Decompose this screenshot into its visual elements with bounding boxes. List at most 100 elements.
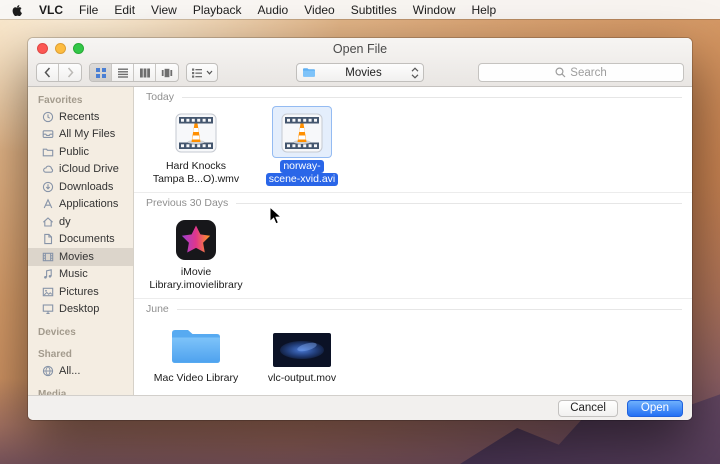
file-group-today: Today (134, 87, 692, 192)
sidebar-item-all-my-files[interactable]: All My Files (28, 126, 133, 144)
icon-view-button[interactable] (90, 64, 112, 81)
blue-folder-icon (169, 325, 223, 367)
sidebar-item-applications[interactable]: Applications (28, 196, 133, 214)
sidebar-item-downloads[interactable]: Downloads (28, 178, 133, 196)
apple-menu[interactable] (11, 3, 23, 17)
sidebar-item-label: Movies (59, 251, 94, 263)
sidebar-item-music[interactable]: Music (28, 266, 133, 284)
sidebar-item-label: Music (59, 268, 88, 280)
file-norway-scene-xvid[interactable]: norway- scene-xvid.avi (252, 107, 352, 186)
sidebar-item-all-shared[interactable]: All... (28, 362, 133, 380)
group-header: Today (146, 90, 682, 104)
sidebar-header-media: Media (28, 386, 133, 396)
forward-button[interactable] (59, 64, 81, 81)
title-bar[interactable]: Open File (28, 38, 692, 59)
window-chrome: Open File (28, 38, 692, 87)
apple-logo-icon (11, 3, 23, 17)
menu-subtitles[interactable]: Subtitles (351, 3, 397, 17)
photo-icon (42, 286, 54, 298)
arrange-icon (191, 67, 203, 79)
updown-chevrons-icon (411, 67, 419, 79)
cancel-button[interactable]: Cancel (558, 400, 618, 417)
coverflow-view-icon (161, 67, 173, 79)
vlc-file-icon (173, 111, 219, 155)
sidebar-item-label: Recents (59, 111, 99, 123)
column-view-icon (139, 67, 151, 79)
menu-video[interactable]: Video (304, 3, 334, 17)
file-vlc-output[interactable]: vlc-output.mov (252, 319, 352, 385)
cloud-icon (42, 163, 54, 175)
menu-file[interactable]: File (79, 3, 98, 17)
sidebar-item-recents[interactable]: Recents (28, 108, 133, 126)
window-title: Open File (28, 42, 692, 56)
menu-edit[interactable]: Edit (114, 3, 135, 17)
search-input[interactable]: Search (478, 63, 684, 82)
sidebar-item-label: Downloads (59, 181, 113, 193)
file-group-previous-30-days: Previous 30 Days (134, 192, 692, 298)
sidebar-item-pictures[interactable]: Pictures (28, 283, 133, 301)
file-imovie-library[interactable]: iMovie Library.imovielibrary (146, 213, 246, 292)
dialog-footer: Cancel Open (28, 395, 692, 420)
file-group-june: June (134, 298, 692, 391)
sidebar-header-devices: Devices (28, 324, 133, 340)
imovie-icon (175, 219, 217, 261)
menu-view[interactable]: View (151, 3, 177, 17)
nav-segmented-control (36, 63, 82, 82)
menu-help[interactable]: Help (471, 3, 496, 17)
sidebar-item-label: Public (59, 146, 89, 158)
menu-playback[interactable]: Playback (193, 3, 242, 17)
arrange-menu-button[interactable] (186, 63, 218, 82)
group-header: Previous 30 Days (146, 196, 682, 210)
path-selector-dropdown[interactable]: Movies (296, 63, 424, 82)
search-placeholder: Search (570, 67, 606, 79)
coverflow-view-button[interactable] (156, 64, 178, 81)
menu-audio[interactable]: Audio (258, 3, 289, 17)
back-button[interactable] (37, 64, 59, 81)
sidebar-item-public[interactable]: Public (28, 143, 133, 161)
menu-vlc[interactable]: VLC (39, 3, 63, 17)
sidebar-item-label: Documents (59, 233, 115, 245)
file-hard-knocks[interactable]: Hard Knocks Tampa B...O).wmv (146, 107, 246, 186)
globe-icon (42, 365, 54, 377)
sidebar-item-icloud-drive[interactable]: iCloud Drive (28, 161, 133, 179)
sidebar-header-favorites: Favorites (28, 92, 133, 108)
group-header: June (146, 302, 682, 316)
sidebar-item-label: Desktop (59, 303, 99, 315)
sidebar-header-shared: Shared (28, 346, 133, 362)
sidebar-item-label: All My Files (59, 128, 115, 140)
file-name: Mac Video Library (151, 372, 241, 385)
menu-bar: VLC File Edit View Playback Audio Video … (0, 0, 720, 19)
folder-icon (42, 146, 54, 158)
open-button[interactable]: Open (627, 400, 683, 417)
menu-window[interactable]: Window (413, 3, 456, 17)
dialog-toolbar: Movies Search (28, 59, 692, 86)
home-icon (42, 216, 54, 228)
sidebar-item-documents[interactable]: Documents (28, 231, 133, 249)
stack-icon (42, 128, 54, 140)
list-view-button[interactable] (112, 64, 134, 81)
sidebar-item-desktop[interactable]: Desktop (28, 301, 133, 319)
film-icon (42, 251, 54, 263)
sidebar-item-home[interactable]: dy (28, 213, 133, 231)
sidebar-item-label: All... (59, 365, 80, 377)
search-icon (555, 67, 566, 78)
document-icon (42, 233, 54, 245)
column-view-button[interactable] (134, 64, 156, 81)
finder-sidebar: Favorites Recents All My Files Public iC… (28, 87, 134, 395)
vlc-file-icon (279, 111, 325, 155)
file-name: norway- scene-xvid.avi (266, 160, 339, 186)
sidebar-item-label: Pictures (59, 286, 99, 298)
sidebar-item-movies[interactable]: Movies (28, 248, 133, 266)
path-selector-label: Movies (320, 67, 407, 79)
clock-icon (42, 111, 54, 123)
file-name: vlc-output.mov (265, 372, 339, 385)
download-icon (42, 181, 54, 193)
chevron-right-icon (67, 67, 74, 78)
file-mac-video-library[interactable]: Mac Video Library (146, 319, 246, 385)
applications-icon (42, 198, 54, 210)
desktop-icon (42, 303, 54, 315)
folder-icon (302, 67, 316, 78)
sidebar-item-label: iCloud Drive (59, 163, 119, 175)
music-note-icon (42, 268, 54, 280)
file-name: Hard Knocks Tampa B...O).wmv (150, 160, 242, 186)
